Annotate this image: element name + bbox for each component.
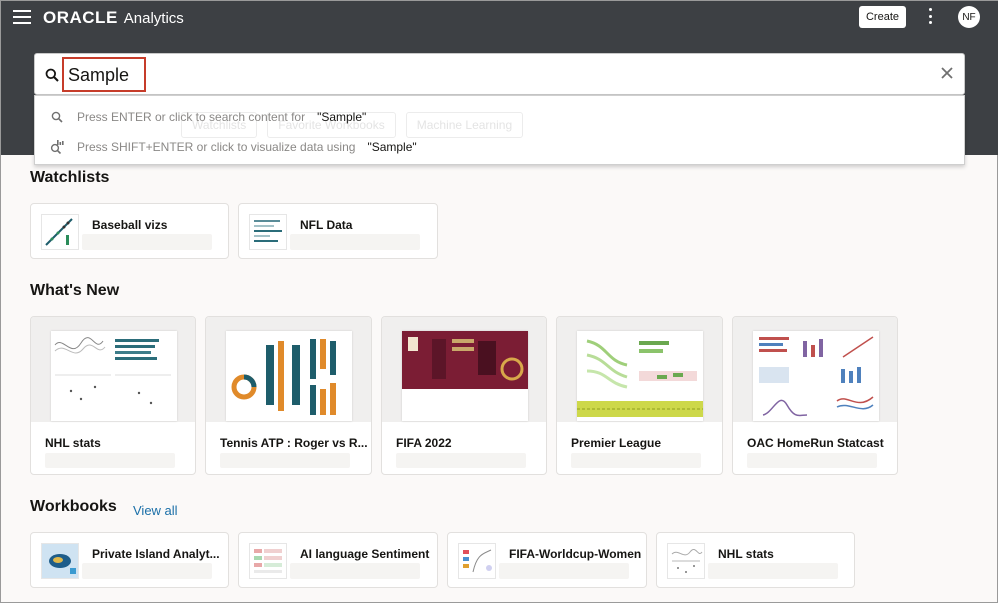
workbook-title: FIFA 2022 [396, 436, 452, 450]
watchlist-card[interactable]: NFL Data [238, 203, 438, 259]
workbook-card[interactable]: AI language Sentiment [238, 532, 438, 588]
workbook-title: AI language Sentiment [300, 547, 430, 561]
search-icon [51, 111, 63, 123]
menu-icon[interactable] [13, 10, 31, 24]
watchlists-heading: Watchlists [30, 169, 110, 186]
visualize-search-icon [50, 140, 64, 154]
workbook-card[interactable]: Private Island Analyt... [30, 532, 229, 588]
search-icon [45, 68, 59, 82]
workbook-meta [396, 453, 526, 468]
watchlist-card[interactable]: Baseball vizs [30, 203, 229, 259]
workbook-meta [82, 563, 212, 579]
workbook-meta [220, 453, 350, 468]
workbook-title: Premier League [571, 436, 662, 450]
whats-new-card[interactable]: Premier League [556, 316, 723, 475]
workbook-meta [571, 453, 701, 468]
view-all-link[interactable]: View all [133, 503, 178, 518]
watchlist-title: Baseball vizs [92, 218, 168, 232]
workbook-card[interactable]: FIFA-Worldcup-Women [447, 532, 647, 588]
suggestion-search-content[interactable]: Press ENTER or click to search content f… [35, 102, 964, 132]
workbook-meta [747, 453, 877, 468]
suggestion-text: Press ENTER or click to search content f… [77, 110, 306, 124]
search-bar [34, 53, 965, 95]
workbook-title: Tennis ATP : Roger vs R... [220, 436, 368, 450]
close-icon[interactable] [940, 66, 954, 80]
product-name: Analytics [123, 10, 184, 27]
workbook-preview [733, 317, 897, 422]
workbook-preview [206, 317, 371, 422]
workbook-thumbnail [249, 543, 287, 579]
workbook-preview [382, 317, 546, 422]
workbook-meta [45, 453, 175, 468]
more-options-icon[interactable] [927, 8, 933, 24]
whats-new-card[interactable]: OAC HomeRun Statcast [732, 316, 898, 475]
workbook-title: OAC HomeRun Statcast [747, 436, 884, 450]
workbook-thumbnail [458, 543, 496, 579]
workbook-meta [708, 563, 838, 579]
workbook-meta [290, 563, 420, 579]
suggestion-query: "Sample" [367, 140, 417, 154]
search-input[interactable] [68, 62, 908, 88]
watchlist-meta [290, 234, 420, 250]
suggestion-query: "Sample" [317, 110, 367, 124]
user-avatar[interactable]: NF [958, 6, 980, 28]
watchlist-meta [82, 234, 212, 250]
suggestion-text: Press SHIFT+ENTER or click to visualize … [77, 140, 356, 154]
watchlist-thumbnail [41, 214, 79, 250]
watchlist-title: NFL Data [300, 218, 353, 232]
whats-new-heading: What's New [30, 282, 120, 299]
brand[interactable]: ORACLE Analytics [43, 8, 184, 28]
workbook-thumbnail [667, 543, 705, 579]
oracle-logo: ORACLE [43, 8, 118, 27]
suggestion-visualize-data[interactable]: Press SHIFT+ENTER or click to visualize … [35, 132, 964, 162]
workbook-meta [499, 563, 629, 579]
workbook-title: NHL stats [718, 547, 774, 561]
whats-new-card[interactable]: Tennis ATP : Roger vs R... [205, 316, 372, 475]
whats-new-card[interactable]: NHL stats [30, 316, 196, 475]
workbook-title: NHL stats [45, 436, 101, 450]
workbook-card[interactable]: NHL stats [656, 532, 855, 588]
create-button[interactable]: Create [859, 6, 906, 28]
workbook-preview [31, 317, 195, 422]
workbook-preview [557, 317, 722, 422]
whats-new-card[interactable]: FIFA 2022 [381, 316, 547, 475]
workbook-thumbnail [41, 543, 79, 579]
watchlist-thumbnail [249, 214, 287, 250]
search-suggestions: Watchlists Favorite Workbooks Machine Le… [34, 95, 965, 165]
workbook-title: FIFA-Worldcup-Women [509, 547, 642, 561]
workbook-title: Private Island Analyt... [92, 547, 220, 561]
workbooks-heading: Workbooks [30, 498, 117, 515]
